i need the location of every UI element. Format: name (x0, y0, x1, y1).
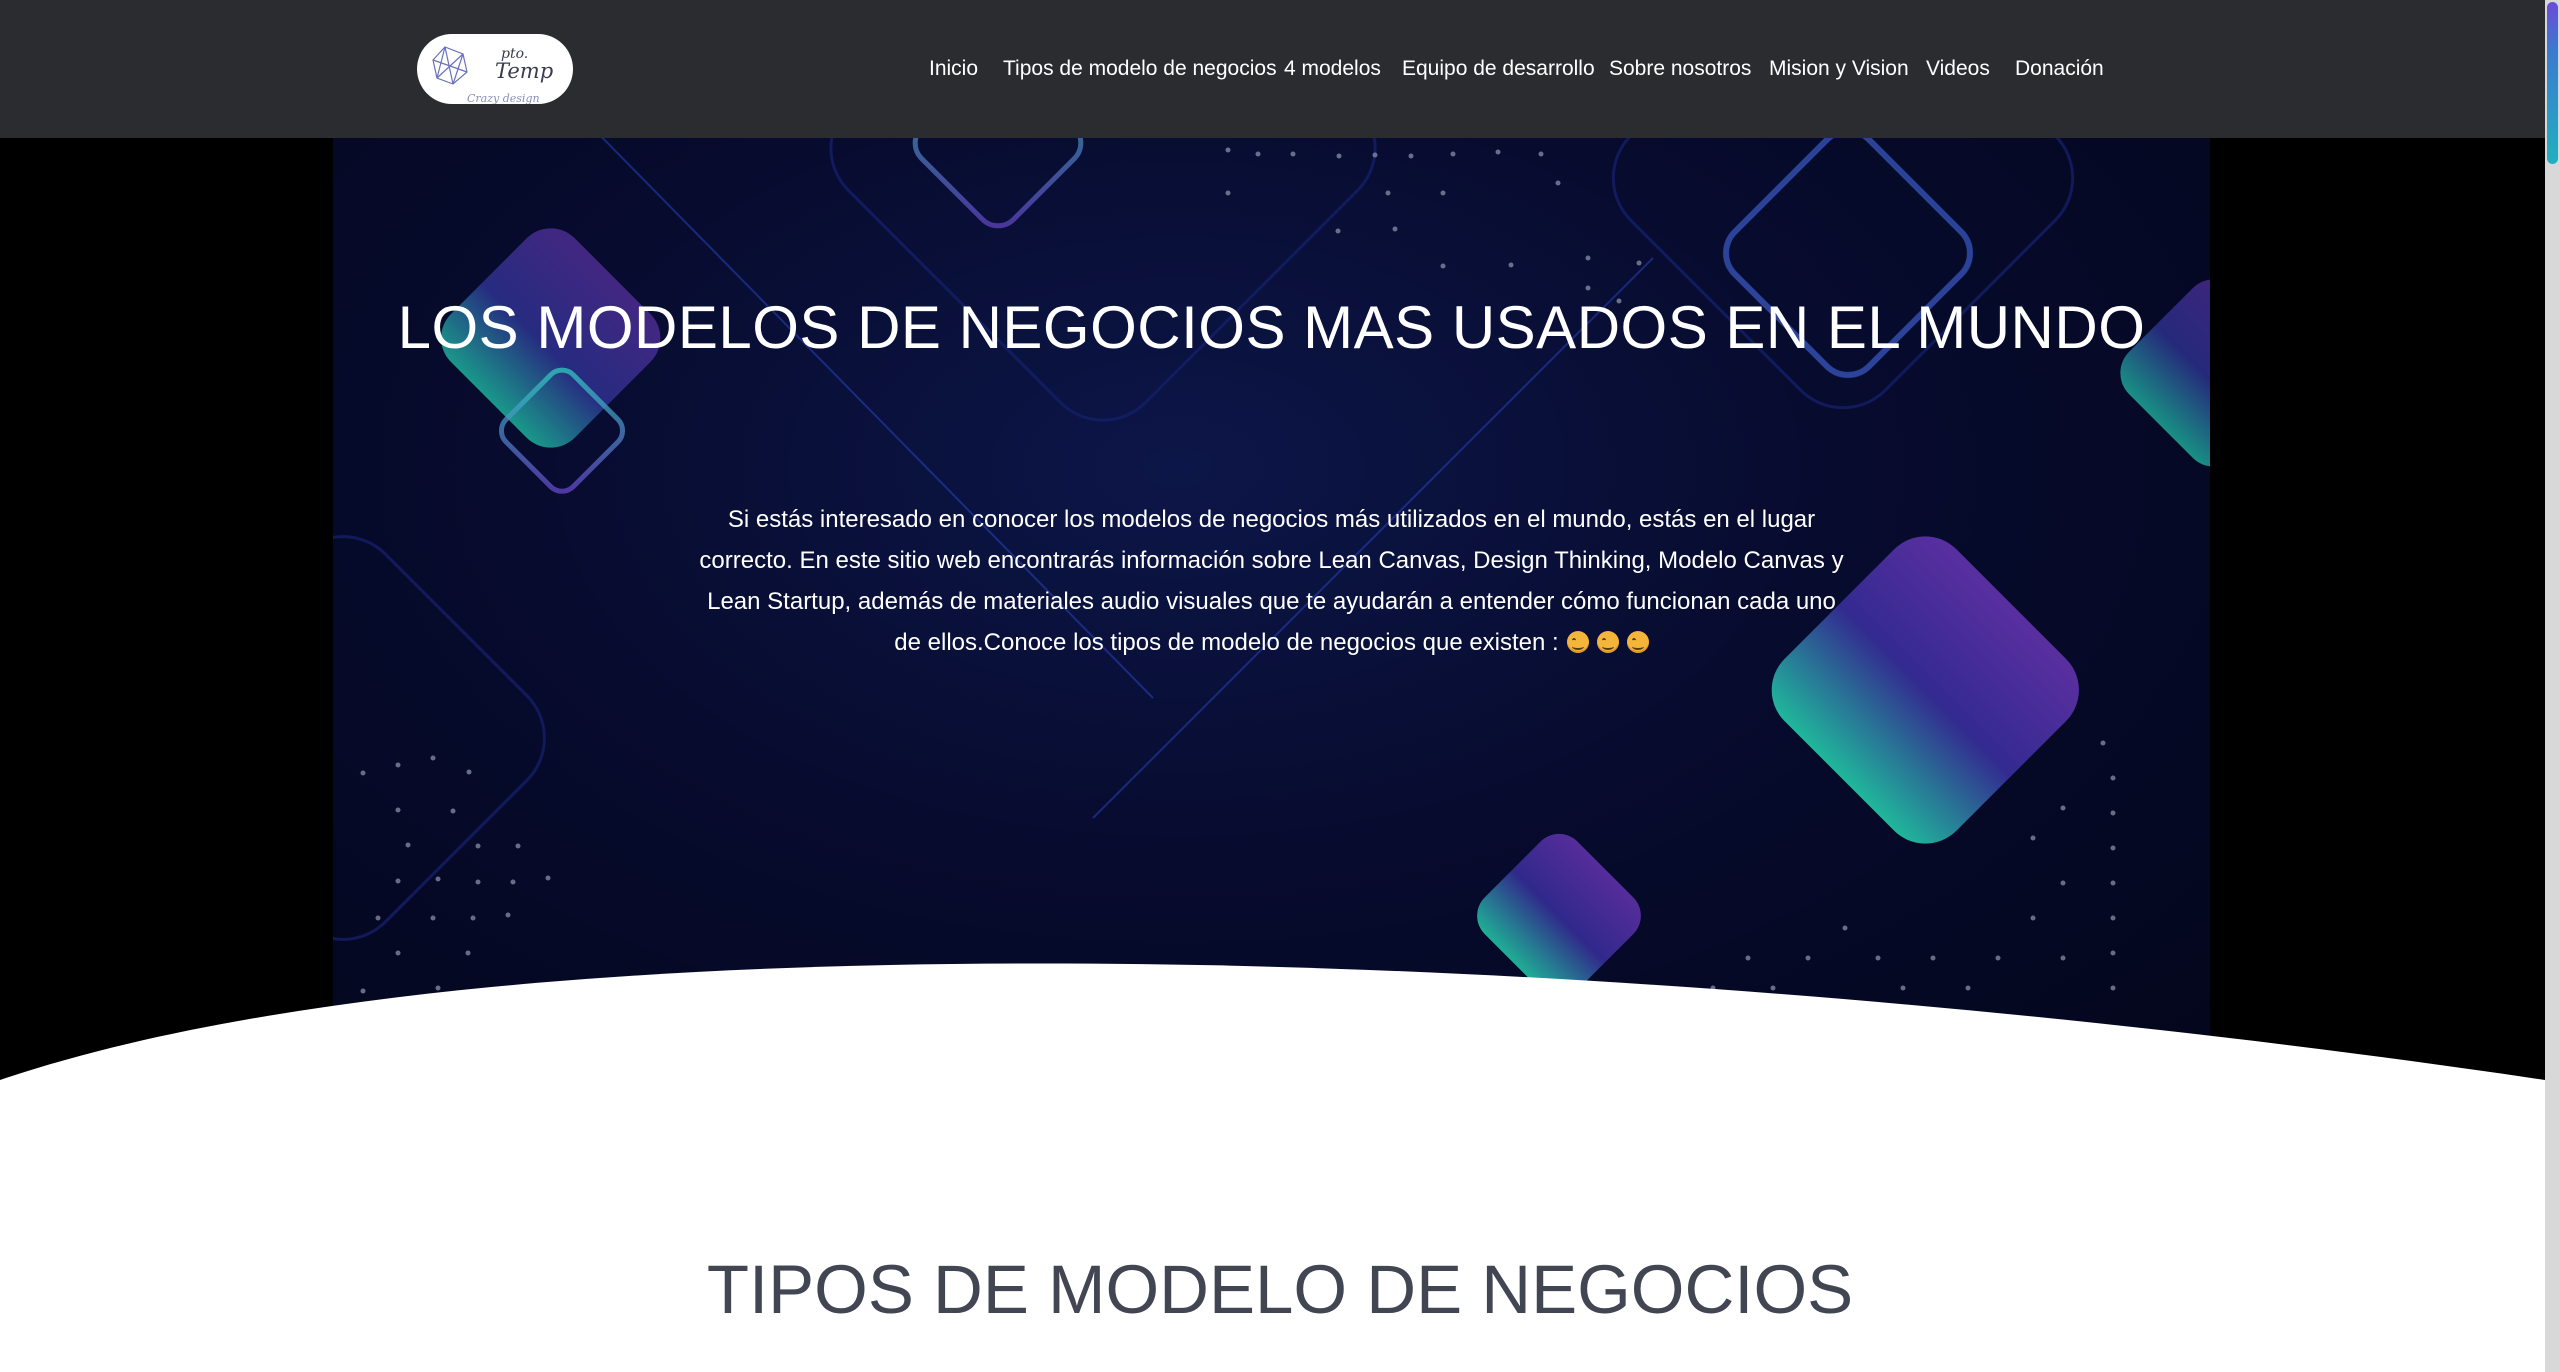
nav-inicio[interactable]: Inicio (929, 55, 978, 83)
smiling-face-icon (1626, 631, 1649, 653)
nav-donacion[interactable]: Donación (2015, 55, 2104, 83)
hero-description-text: Si estás interesado en conocer los model… (699, 506, 1844, 656)
wave-divider (0, 963, 2545, 1130)
main-nav: Inicio Tipos de modelo de negocios 4 mod… (0, 0, 2545, 138)
nav-equipo[interactable]: Equipo de desarrollo (1402, 55, 1595, 83)
section-title: TIPOS DE MODELO DE NEGOCIOS (706, 1251, 1854, 1328)
nav-videos[interactable]: Videos (1926, 55, 1990, 83)
smiling-face-icon (1566, 631, 1589, 653)
page-scrollbar[interactable] (2545, 0, 2560, 1372)
site-header: pto. Temp Crazy design Inicio Tipos de m… (0, 0, 2545, 138)
scrollbar-thumb[interactable] (2547, 2, 2558, 164)
nav-sobre-nosotros[interactable]: Sobre nosotros (1609, 55, 1751, 83)
nav-tipos-de-modelo[interactable]: Tipos de modelo de negocios (1003, 55, 1277, 83)
hero-title: LOS MODELOS DE NEGOCIOS MAS USADOS EN EL… (397, 294, 2146, 361)
nav-4-modelos[interactable]: 4 modelos (1284, 55, 1381, 83)
smiling-face-icon (1596, 631, 1619, 653)
hero-description: Si estás interesado en conocer los model… (693, 499, 1850, 663)
nav-mision-vision[interactable]: Mision y Vision (1769, 55, 1909, 83)
